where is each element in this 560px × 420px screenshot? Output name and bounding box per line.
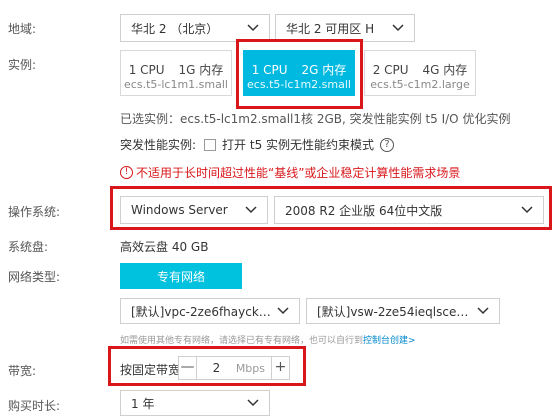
- duration-select-value: 1 年: [131, 396, 155, 411]
- instance-option-1[interactable]: 1 CPU 1G 内存 ecs.t5-lc1m1.small: [120, 50, 232, 96]
- vpc-tab-button[interactable]: 专有网络: [120, 263, 242, 289]
- region-label: 地域:: [8, 22, 37, 36]
- vpc-select[interactable]: [默认]vpc-2ze6fhayck64ohw...: [120, 298, 300, 324]
- instance-mem: 4G 内存: [422, 63, 468, 77]
- bandwidth-value[interactable]: 2: [197, 361, 236, 375]
- instance-option-2-selected[interactable]: 1 CPU 2G 内存 ecs.t5-lc1m2.small: [243, 50, 355, 96]
- region-select[interactable]: 华北 2 （北京）: [120, 14, 270, 42]
- disk-value: 高效云盘 40 GB: [120, 240, 209, 254]
- instance-cpu: 1 CPU: [251, 63, 288, 77]
- bandwidth-label: 带宽:: [8, 364, 37, 378]
- network-hint: 如需使用其他专有网络，请选择已有专有网络，也可以自行到控制台创建>: [120, 333, 416, 346]
- console-create-link[interactable]: 控制台创建>: [363, 336, 416, 346]
- vswitch-select[interactable]: [默认]vsw-2ze54ieqlsce5iv4u7c1: [306, 298, 500, 324]
- instance-option-3[interactable]: 2 CPU 4G 内存 ecs.t5-c1m2.large: [364, 50, 476, 96]
- network-label: 网络类型:: [8, 270, 61, 284]
- instance-cpu: 1 CPU: [128, 63, 165, 77]
- duration-label: 购买时长:: [8, 399, 61, 413]
- instance-cpu: 2 CPU: [372, 63, 409, 77]
- warning-text: 不适用于长时间超过性能“基线”或企业稳定计算性能需求场景: [136, 166, 461, 180]
- chevron-down-icon: [277, 307, 289, 315]
- disk-label: 系统盘:: [8, 240, 49, 254]
- burst-checkbox[interactable]: [204, 138, 217, 151]
- instance-type: ecs.t5-c1m2.large: [370, 78, 470, 91]
- help-icon[interactable]: ?: [380, 137, 395, 152]
- burst-checkbox-label: 打开 t5 实例无性能约束模式: [222, 138, 375, 152]
- instance-label: 实例:: [8, 58, 37, 72]
- zone-select[interactable]: 华北 2 可用区 H: [275, 14, 415, 42]
- instance-mem: 1G 内存: [178, 63, 224, 77]
- increment-button[interactable]: +: [271, 357, 289, 379]
- os-version-select[interactable]: 2008 R2 企业版 64位中文版: [274, 196, 544, 224]
- decrement-button[interactable]: —: [179, 357, 197, 379]
- os-label: 操作系统:: [8, 205, 61, 219]
- bandwidth-unit: Mbps: [235, 361, 265, 375]
- instance-mem: 2G 内存: [301, 63, 347, 77]
- chevron-down-icon: [392, 24, 404, 32]
- region-select-value: 华北 2 （北京）: [131, 21, 219, 36]
- chevron-down-icon: [245, 206, 257, 214]
- os-select[interactable]: Windows Server: [120, 196, 268, 224]
- duration-select[interactable]: 1 年: [120, 390, 270, 416]
- warning-note: ! 不适用于长时间超过性能“基线”或企业稳定计算性能需求场景: [120, 164, 460, 181]
- chevron-down-icon: [247, 399, 259, 407]
- vpc-select-value: [默认]vpc-2ze6fhayck64ohw...: [131, 304, 299, 319]
- network-hint-text: 如需使用其他专有网络，请选择已有专有网络，也可以自行到: [120, 336, 364, 346]
- burst-label: 突发性能实例:: [120, 138, 197, 152]
- bandwidth-stepper[interactable]: — 2 Mbps +: [178, 356, 290, 380]
- warning-icon: !: [120, 166, 133, 179]
- instance-type: ecs.t5-lc1m1.small: [124, 78, 228, 91]
- chevron-down-icon: [477, 307, 489, 315]
- vswitch-select-value: [默认]vsw-2ze54ieqlsce5iv4u7c1: [317, 304, 499, 319]
- zone-select-value: 华北 2 可用区 H: [286, 21, 375, 36]
- instance-type: ecs.t5-lc1m2.small: [247, 78, 351, 91]
- os-select-value: Windows Server: [131, 203, 228, 217]
- chevron-down-icon: [521, 206, 533, 214]
- selected-instance-info: 已选实例：ecs.t5-lc1m2.small1核 2GB, 突发性能实例 t5…: [120, 112, 511, 126]
- bandwidth-mode-label: 按固定带宽: [120, 363, 181, 377]
- chevron-down-icon: [247, 24, 259, 32]
- burst-row: 突发性能实例: 打开 t5 实例无性能约束模式 ?: [120, 136, 395, 153]
- os-version-value: 2008 R2 企业版 64位中文版: [285, 203, 443, 218]
